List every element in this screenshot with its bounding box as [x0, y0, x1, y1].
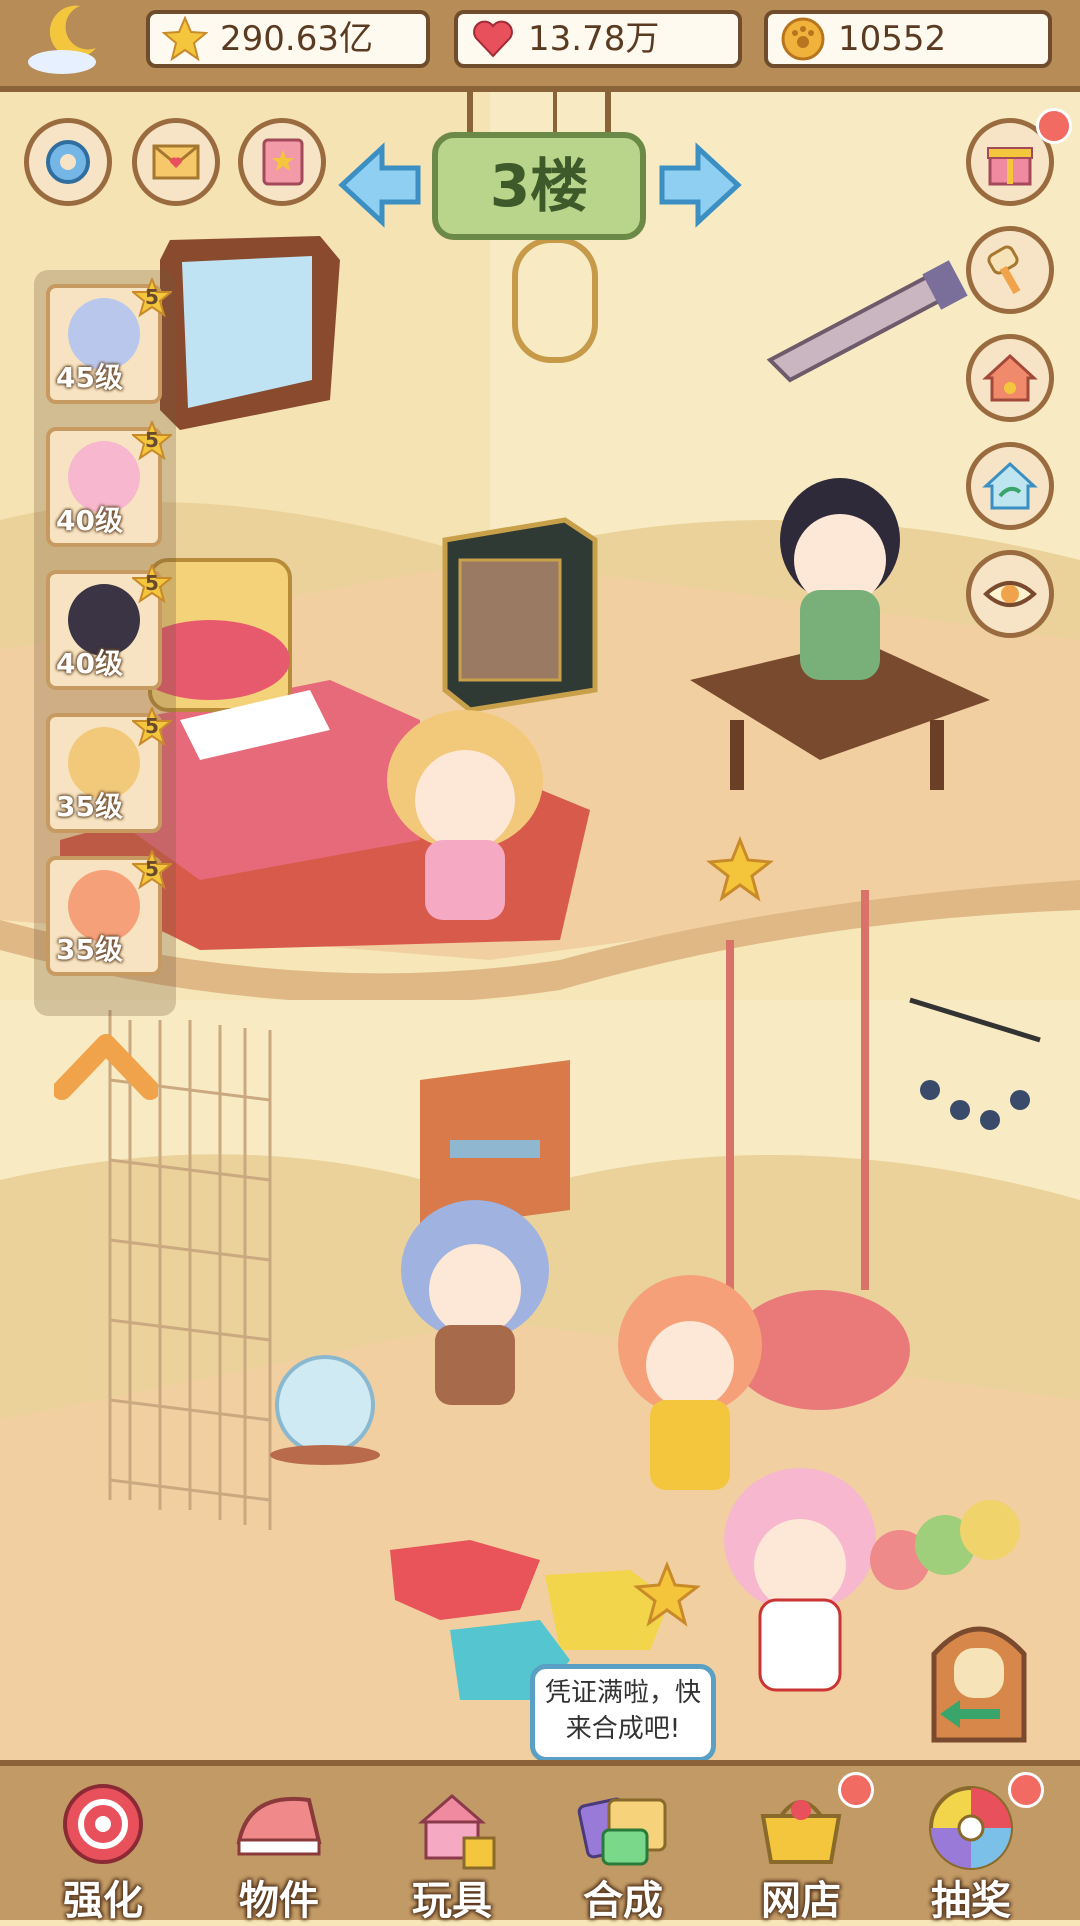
bubble-line-2: 来合成吧! [565, 1714, 681, 1744]
rank-star-badge: 5 [130, 705, 174, 747]
rank-star-badge: 5 [130, 419, 174, 461]
chevron-up-icon [52, 1034, 160, 1100]
fish-bowl [270, 1355, 380, 1465]
house-swap-icon [982, 461, 1038, 510]
heart-icon [473, 20, 513, 58]
nav-merge-label: 合成 [583, 1878, 663, 1924]
nav-lottery-label: 抽奖 [931, 1878, 1011, 1924]
nav-enhance-button[interactable]: 强化 [28, 1772, 178, 1924]
shop-notification-dot [838, 1772, 874, 1808]
settings-button[interactable] [24, 118, 112, 206]
floor-sign: 3楼 [432, 132, 646, 240]
rank-star-badge: 5 [130, 276, 174, 318]
coin-icon [781, 17, 825, 61]
moon-icon[interactable] [22, 0, 118, 80]
collapse-list-button[interactable] [52, 1030, 160, 1104]
nav-toys-button[interactable]: 玩具 [377, 1772, 527, 1924]
lottery-notification-dot [1008, 1772, 1044, 1808]
character-card[interactable]: 45级 5 [46, 276, 174, 404]
nav-toys-label: 玩具 [412, 1878, 492, 1924]
character-level: 40级 [56, 504, 123, 537]
star-amount: 290.63亿 [220, 19, 373, 59]
rank-star-badge: 5 [130, 848, 174, 890]
floor-sign-rope [462, 92, 616, 136]
bubble-line-1: 凭证满啦，快 [544, 1678, 701, 1708]
hammer-button[interactable] [966, 226, 1054, 314]
gear-icon [46, 140, 90, 184]
nav-items-button[interactable]: 物件 [204, 1772, 354, 1924]
nav-merge-button[interactable]: 合成 [548, 1772, 698, 1924]
cabinet [442, 517, 598, 713]
rank-star-badge: 5 [130, 562, 174, 604]
view-button[interactable] [966, 550, 1054, 638]
house-paw-icon [982, 353, 1038, 402]
door-icon [931, 1626, 1027, 1743]
heart-amount: 13.78万 [528, 19, 660, 59]
lollipop-icon [63, 1784, 143, 1864]
home-button[interactable] [966, 334, 1054, 422]
mail-button[interactable] [132, 118, 220, 206]
nav-shop-label: 网店 [761, 1878, 841, 1924]
heart-currency: 13.78万 [454, 10, 742, 68]
character-level: 45级 [56, 361, 123, 394]
toy-blocks-icon [417, 1794, 496, 1870]
character-card[interactable]: 35级 5 [46, 848, 174, 976]
nav-items-label: 物件 [239, 1878, 319, 1924]
gift-notification-dot [1036, 108, 1072, 144]
character-card[interactable]: 35级 5 [46, 705, 174, 833]
switch-house-button[interactable] [966, 442, 1054, 530]
hammer-icon [987, 245, 1021, 295]
nav-enhance-label: 强化 [63, 1878, 143, 1924]
prev-floor-arrow[interactable] [334, 140, 424, 230]
character-card[interactable]: 40级 5 [46, 562, 174, 690]
piano-icon [236, 1797, 322, 1856]
handbook-button[interactable] [238, 118, 326, 206]
shop-basket-icon [760, 1800, 842, 1864]
character-level: 35级 [56, 933, 123, 966]
top-bar: 290.63亿 13.78万 10552 [0, 0, 1080, 92]
character-card[interactable]: 40级 5 [46, 419, 174, 547]
gift-icon [987, 147, 1033, 186]
character-level: 40级 [56, 647, 123, 680]
character-level: 35级 [56, 790, 123, 823]
star-icon [162, 16, 208, 62]
next-floor-arrow[interactable] [656, 140, 746, 230]
star-currency: 290.63亿 [146, 10, 430, 68]
coin-currency: 10552 [764, 10, 1052, 68]
coin-amount: 10552 [838, 19, 947, 59]
exit-door-button[interactable] [920, 1604, 1038, 1744]
merge-hint-bubble: 凭证满啦，快 来合成吧! [530, 1664, 716, 1762]
tickets-icon [577, 1797, 667, 1866]
envelope-icon [152, 144, 200, 180]
window-frame [160, 236, 340, 430]
prize-wheel-icon [929, 1786, 1013, 1870]
eye-icon [983, 581, 1037, 607]
book-icon [262, 138, 304, 186]
